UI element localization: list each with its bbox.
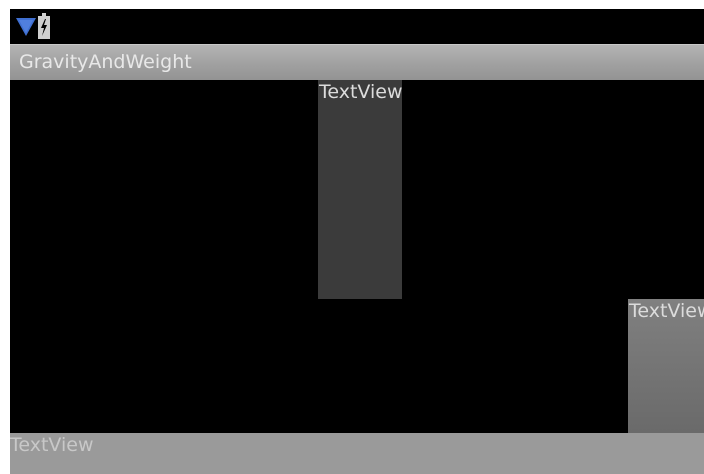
textview-top: TextView <box>318 80 402 299</box>
app-title: GravityAndWeight <box>19 51 192 73</box>
wifi-signal-icon <box>16 18 36 36</box>
textview-right: TextView <box>628 299 704 433</box>
textview-bottom: TextView <box>10 433 704 474</box>
battery-charging-icon <box>38 13 50 39</box>
status-bar <box>10 9 704 44</box>
emulator-screen: GravityAndWeight TextView TextView TextV… <box>10 9 704 474</box>
title-bar: GravityAndWeight <box>10 44 704 80</box>
